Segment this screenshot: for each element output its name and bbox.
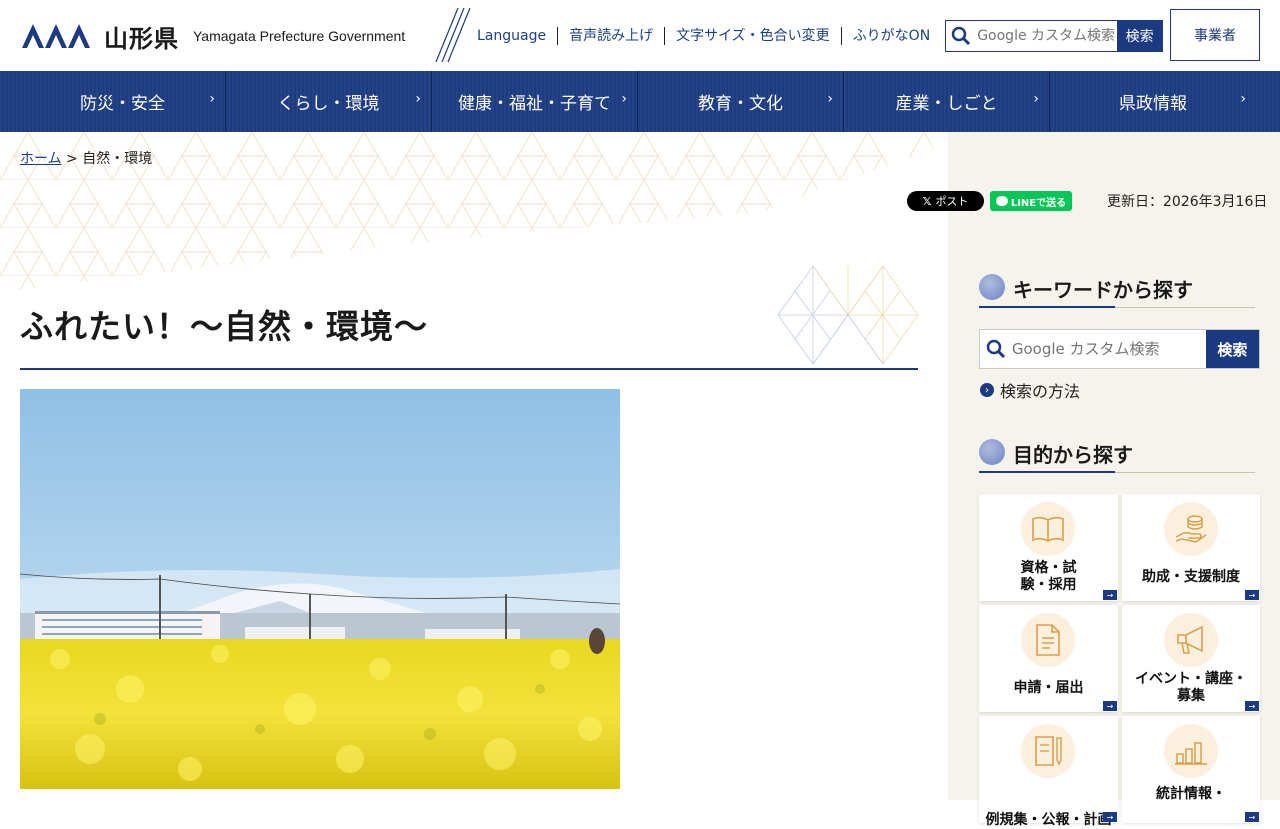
asanoha-pattern-icon [778, 266, 918, 364]
search-howto-link[interactable]: › 検索の方法 [980, 378, 1080, 402]
header-search-button[interactable]: 検索 [1117, 21, 1162, 51]
hero-image-rapeseed-field [20, 389, 620, 789]
search-icon [980, 330, 1012, 368]
business-button[interactable]: 事業者 [1170, 9, 1260, 61]
chevron-right-icon: › [415, 91, 421, 107]
site-header: 山形県 Yamagata Prefecture Government Langu… [0, 0, 1280, 71]
nav-label: 健康・福祉・子育て [458, 94, 611, 114]
language-link[interactable]: Language [466, 27, 559, 45]
header-search-input[interactable] [975, 21, 1118, 51]
purpose-heading-text: 目的から探す [1013, 443, 1133, 467]
tile-label: 資格・試験・採用 [1020, 560, 1077, 593]
chevron-right-icon: › [209, 91, 215, 107]
chevron-right-icon: › [827, 91, 833, 107]
nav-label: 防災・安全 [80, 94, 165, 114]
nav-label: 産業・しごと [895, 94, 998, 114]
purpose-tiles: 資格・試験・採用 → 助成・支援制度 → 申請・届出 → イベント・講座・募集 … [979, 494, 1260, 828]
breadcrumb-current: 自然・環境 [82, 151, 153, 167]
chevron-right-icon: › [621, 91, 627, 107]
chevron-right-icon: › [1033, 91, 1039, 107]
keyword-search-heading: キーワードから探す [979, 270, 1255, 308]
global-nav: 防災・安全 › くらし・環境 › 健康・福祉・子育て › 教育・文化 › 産業・しごと ›… [0, 71, 1280, 132]
tile-label: 申請・届出 [1013, 680, 1084, 696]
line-share-button[interactable]: LINEで送る [990, 191, 1072, 211]
bar-chart-icon [1164, 724, 1218, 778]
tile-label: 統計情報・ [1156, 786, 1226, 802]
sidebar-search-input[interactable] [1011, 330, 1206, 368]
book-icon [1021, 502, 1075, 556]
utility-links: Language 音声読み上げ 文字サイズ・色合い変更 ふりがなON [466, 27, 941, 45]
chevron-right-icon: › [1240, 91, 1246, 107]
header-search: 検索 [945, 20, 1163, 52]
arrow-right-icon: → [1245, 701, 1259, 711]
keyword-heading-text: キーワードから探す [1013, 278, 1193, 302]
search-icon [946, 21, 975, 51]
nav-label: 教育・文化 [698, 94, 783, 114]
x-post-label: ポスト [935, 195, 969, 208]
text-size-color-link[interactable]: 文字サイズ・色合い変更 [665, 27, 842, 45]
nav-label: 県政情報 [1119, 94, 1187, 114]
purpose-search-heading: 目的から探す [979, 435, 1255, 473]
tile-label: 例規集・公報・計画 [985, 812, 1112, 828]
breadcrumb-home-link[interactable]: ホーム [20, 151, 62, 167]
pen-paper-icon [1021, 724, 1075, 778]
sidebar-search-button[interactable]: 検索 [1205, 330, 1259, 368]
document-icon [1021, 613, 1075, 667]
megaphone-icon [1164, 613, 1218, 667]
arrow-right-icon: → [1245, 812, 1259, 822]
tile-qualifications-exams[interactable]: 資格・試験・採用 → [979, 494, 1118, 601]
tile-label: イベント・講座・募集 [1135, 671, 1247, 704]
arrow-right-icon: → [1245, 590, 1259, 600]
nav-item-disaster-safety[interactable]: 防災・安全 › [20, 71, 226, 132]
tile-regulations-plans[interactable]: 例規集・公報・計画 → [979, 716, 1118, 828]
read-aloud-link[interactable]: 音声読み上げ [558, 27, 666, 45]
nav-item-health-welfare[interactable]: 健康・福祉・子育て › [432, 71, 638, 132]
nav-item-education-culture[interactable]: 教育・文化 › [638, 71, 844, 132]
chevron-circle-icon: › [980, 383, 994, 397]
heading-ball-icon [979, 439, 1005, 465]
heading-underline [979, 471, 1115, 473]
nav-item-prefectural-govt[interactable]: 県政情報 › [1050, 71, 1256, 132]
tile-applications[interactable]: 申請・届出 → [979, 605, 1118, 712]
furigana-toggle-link[interactable]: ふりがなON [842, 27, 942, 45]
x-logo-icon: 𝕏 [922, 194, 932, 208]
mountains-logo-icon [22, 24, 90, 48]
sidebar-search: 検索 [979, 329, 1260, 369]
line-share-label: LINEで送る [1010, 197, 1067, 209]
updated-date: 更新日：2026年3月16日 [1107, 194, 1268, 210]
search-howto-label: 検索の方法 [1000, 382, 1081, 401]
tile-label: 助成・支援制度 [1142, 569, 1240, 585]
x-post-button[interactable]: 𝕏 ポスト [907, 191, 984, 211]
share-buttons: 𝕏 ポスト LINEで送る [907, 191, 1072, 211]
nav-item-living-environment[interactable]: くらし・環境 › [226, 71, 432, 132]
nav-item-industry-work[interactable]: 産業・しごと › [844, 71, 1050, 132]
site-logo[interactable]: 山形県 Yamagata Prefecture Government [22, 20, 406, 53]
line-logo-icon [995, 196, 1008, 206]
arrow-right-icon: → [1103, 812, 1117, 822]
breadcrumb: ホーム > 自然・環境 [20, 148, 152, 168]
tile-events[interactable]: イベント・講座・募集 → [1122, 605, 1260, 712]
page-title-area: ふれたい！～自然・環境～ [20, 266, 918, 370]
nav-label: くらし・環境 [277, 94, 380, 114]
arrow-right-icon: → [1103, 701, 1117, 711]
page-title: ふれたい！～自然・環境～ [20, 307, 428, 346]
heading-underline [979, 306, 1115, 308]
logo-text-ja: 山形県 [104, 24, 179, 53]
arrow-right-icon: → [1103, 590, 1117, 600]
tile-subsidies[interactable]: 助成・支援制度 → [1122, 494, 1260, 601]
logo-text-en: Yamagata Prefecture Government [193, 28, 406, 44]
heading-ball-icon [979, 274, 1005, 300]
coin-hand-icon [1164, 502, 1218, 556]
breadcrumb-separator: > [66, 151, 78, 167]
tile-statistics[interactable]: 統計情報・ → [1122, 716, 1260, 823]
